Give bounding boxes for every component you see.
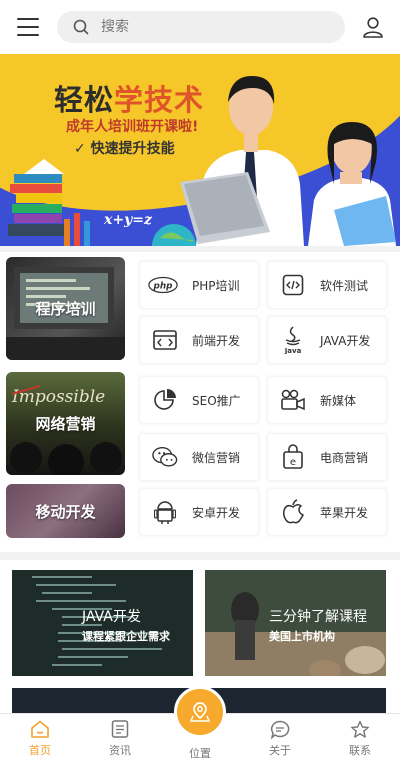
- star-icon: [350, 720, 370, 738]
- service-software-testing[interactable]: 软件测试: [267, 261, 387, 309]
- video-camera-icon: [280, 387, 306, 413]
- wechat-icon: [152, 444, 178, 470]
- category-label: 网络营销: [35, 415, 96, 433]
- course-title: 三分钟了解课程: [269, 609, 367, 625]
- service-label: 新媒体: [320, 393, 357, 408]
- php-icon: php: [148, 272, 178, 298]
- category-label: 移动开发: [35, 502, 96, 521]
- service-label: 苹果开发: [320, 505, 369, 520]
- service-label: JAVA开发: [320, 333, 371, 348]
- service-android[interactable]: 安卓开发: [139, 488, 259, 536]
- location-button[interactable]: [174, 686, 226, 738]
- banner-tagline: ✓ 快速提升技能: [74, 141, 175, 157]
- promo-banner[interactable]: 轻松学技术 成年人培训班开课啦! ✓ 快速提升技能 x+y=z: [0, 54, 400, 246]
- svg-text:php: php: [153, 282, 173, 292]
- svg-text:e: e: [290, 457, 296, 468]
- tab-contact[interactable]: 联系: [330, 714, 390, 761]
- service-label: 安卓开发: [192, 505, 241, 520]
- service-wechat[interactable]: 微信营销: [139, 433, 259, 481]
- service-label: 软件测试: [320, 278, 369, 293]
- banner-formula: x+y=z: [104, 212, 152, 228]
- service-label: PHP培训: [192, 278, 240, 293]
- shopping-bag-icon: e: [280, 444, 306, 470]
- tab-home[interactable]: 首页: [10, 714, 70, 761]
- search-bar[interactable]: [57, 11, 345, 43]
- category-card-mobile[interactable]: 移动开发: [6, 484, 125, 538]
- tab-news[interactable]: 资讯: [90, 714, 150, 761]
- man-with-laptop-illustration: [180, 76, 304, 246]
- user-icon[interactable]: [362, 16, 384, 38]
- top-header: [0, 0, 400, 54]
- course-subtitle: 美国上市机构: [269, 630, 335, 643]
- tab-about[interactable]: 关于: [250, 714, 310, 761]
- menu-icon[interactable]: [17, 18, 39, 36]
- service-php[interactable]: php PHP培训: [139, 261, 259, 309]
- service-label: 微信营销: [192, 450, 241, 465]
- browser-code-icon: [152, 327, 178, 353]
- location-icon: [190, 702, 210, 722]
- search-icon: [73, 19, 89, 35]
- java-icon: Java: [280, 326, 306, 354]
- service-seo[interactable]: SEO推广: [139, 376, 259, 424]
- tab-label: 位置: [189, 747, 211, 760]
- service-java[interactable]: Java JAVA开发: [267, 316, 387, 364]
- category-label: 程序培训: [35, 300, 96, 318]
- course-title: JAVA开发: [82, 609, 141, 625]
- search-input[interactable]: [99, 18, 303, 36]
- tab-label: 首页: [29, 744, 51, 757]
- course-subtitle: 课程紧跟企业需求: [82, 630, 170, 643]
- service-label: 电商营销: [320, 450, 369, 465]
- service-new-media[interactable]: 新媒体: [267, 376, 387, 424]
- pie-chart-icon: [152, 387, 178, 413]
- category-card-marketing[interactable]: Impossible 网络营销: [6, 372, 125, 475]
- android-icon: [152, 499, 178, 525]
- pencils-illustration: [64, 213, 90, 246]
- course-card-intro[interactable]: 三分钟了解课程 美国上市机构: [205, 570, 386, 676]
- category-card-programming[interactable]: 程序培训: [6, 257, 125, 360]
- code-icon: [280, 272, 306, 298]
- apple-icon: [280, 499, 306, 525]
- services-section: 程序培训 Impossible 网络营销 移动开发 php PHP培训 软件测试…: [0, 252, 400, 552]
- service-label: 前端开发: [192, 333, 241, 348]
- course-card-java[interactable]: JAVA开发 课程紧跟企业需求: [12, 570, 193, 676]
- woman-with-folder-illustration: [308, 122, 396, 246]
- tab-label: 联系: [349, 744, 371, 757]
- service-label: SEO推广: [192, 393, 241, 408]
- news-icon: [111, 720, 129, 738]
- service-apple[interactable]: 苹果开发: [267, 488, 387, 536]
- home-icon: [30, 720, 50, 738]
- service-frontend[interactable]: 前端开发: [139, 316, 259, 364]
- svg-text:Java: Java: [284, 347, 302, 354]
- chat-bubble-icon: [270, 720, 290, 739]
- service-ecommerce[interactable]: e 电商营销: [267, 433, 387, 481]
- tab-label: 关于: [269, 744, 291, 757]
- tab-label: 资讯: [109, 744, 131, 757]
